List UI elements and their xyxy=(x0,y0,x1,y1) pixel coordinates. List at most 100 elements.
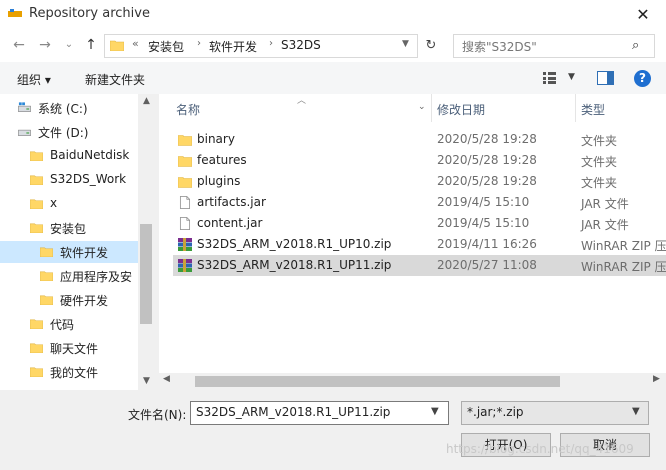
view-options-icon[interactable] xyxy=(543,72,559,84)
new-folder-button[interactable]: 新建文件夹 xyxy=(85,71,145,88)
file-row[interactable]: features 2020/5/28 19:28 文件夹 xyxy=(173,150,666,171)
folder-icon xyxy=(30,151,43,161)
folder-icon xyxy=(30,342,43,353)
file-row[interactable]: S32DS_ARM_v2018.R1_UP11.zip 2020/5/27 11:… xyxy=(173,255,666,276)
refresh-button[interactable]: ↻ xyxy=(420,34,442,58)
breadcrumb-overflow[interactable]: « xyxy=(132,37,139,50)
column-header-date[interactable]: 修改日期 xyxy=(437,101,485,118)
file-dialog-footer: 文件名(N): S32DS_ARM_v2018.R1_UP11.zip ▼ *.… xyxy=(0,390,666,470)
search-input[interactable]: 搜索"S32DS" xyxy=(462,38,537,55)
column-header-row: ︿ 名称 ⌄ 修改日期 类型 xyxy=(159,94,666,122)
up-button[interactable]: ↑ xyxy=(82,36,100,54)
chevron-right-icon[interactable]: › xyxy=(197,38,201,49)
back-button[interactable]: ← xyxy=(10,36,28,54)
tree-item[interactable]: 应用程序及安 xyxy=(0,265,138,287)
horizontal-scrollbar[interactable]: ◀ ▶ xyxy=(159,373,666,390)
address-dropdown-icon[interactable]: ▼ xyxy=(402,39,409,49)
breadcrumb-item[interactable]: 软件开发 xyxy=(209,38,257,55)
file-name: binary xyxy=(197,132,235,146)
help-icon[interactable]: ? xyxy=(634,70,651,87)
tree-item-label: 安装包 xyxy=(50,222,87,236)
recent-locations-button[interactable]: ⌄ xyxy=(60,36,78,54)
chevron-right-icon[interactable]: › xyxy=(269,38,273,49)
scrollbar-thumb[interactable] xyxy=(140,224,152,324)
filetype-select[interactable]: *.jar;*.zip ▼ xyxy=(461,401,649,425)
file-date: 2019/4/5 15:10 xyxy=(437,195,530,209)
file-type: WinRAR ZIP 压 xyxy=(581,260,666,274)
folder-icon xyxy=(178,154,192,167)
column-divider[interactable] xyxy=(575,94,576,122)
column-divider[interactable] xyxy=(431,94,432,122)
folder-icon xyxy=(178,177,192,188)
file-row[interactable]: binary 2020/5/28 19:28 文件夹 xyxy=(173,129,666,150)
tree-item[interactable]: 安装包 xyxy=(0,217,138,239)
scroll-left-icon[interactable]: ◀ xyxy=(163,374,170,384)
drive-c-icon xyxy=(18,102,31,113)
search-box[interactable]: 搜索"S32DS" ⌕ xyxy=(453,34,655,58)
scroll-right-icon[interactable]: ▶ xyxy=(653,374,660,384)
file-name: artifacts.jar xyxy=(197,195,266,209)
tree-item[interactable]: x xyxy=(0,193,138,215)
navigation-tree: 系统 (C:) 文件 (D:) BaiduNetdisk S32DS_Workx 安装包… xyxy=(0,94,155,390)
folder-icon xyxy=(30,319,43,329)
breadcrumb-item[interactable]: S32DS xyxy=(281,38,321,52)
scroll-down-icon[interactable]: ▼ xyxy=(138,376,155,386)
tree-item[interactable]: 代码 xyxy=(0,313,138,335)
tree-item-label: 应用程序及安 xyxy=(60,270,133,284)
file-type: WinRAR ZIP 压 xyxy=(581,239,666,253)
folder-icon xyxy=(30,367,43,377)
tree-item-label: 硬件开发 xyxy=(60,294,109,308)
file-name: features xyxy=(197,153,247,167)
file-row[interactable]: content.jar 2019/4/5 15:10 JAR 文件 xyxy=(173,213,666,234)
drive-d-icon xyxy=(18,129,31,136)
filename-value[interactable]: S32DS_ARM_v2018.R1_UP11.zip xyxy=(196,405,390,419)
forward-button[interactable]: → xyxy=(36,36,54,54)
tree-item-label: 代码 xyxy=(50,318,75,332)
file-name: content.jar xyxy=(197,216,263,230)
drive-d-icon xyxy=(18,126,31,137)
column-header-type[interactable]: 类型 xyxy=(581,101,605,118)
column-filter-icon[interactable]: ⌄ xyxy=(418,102,426,112)
app-icon xyxy=(8,9,22,17)
scroll-up-icon[interactable]: ▲ xyxy=(138,96,155,106)
tree-item[interactable]: 文件 (D:) xyxy=(0,121,138,143)
search-icon[interactable]: ⌕ xyxy=(632,38,639,53)
tree-item[interactable]: BaiduNetdisk xyxy=(0,145,138,167)
folder-icon xyxy=(40,246,53,257)
tree-item[interactable]: 硬件开发 xyxy=(0,289,138,311)
navigation-bar: ← → ⌄ ↑ « 安装包 › 软件开发 › S32DS ▼ ↻ 搜索"S32D… xyxy=(0,30,666,62)
file-date: 2019/4/5 15:10 xyxy=(437,216,530,230)
organize-menu[interactable]: 组织 ▾ xyxy=(17,71,51,88)
file-row[interactable]: artifacts.jar 2019/4/5 15:10 JAR 文件 xyxy=(173,192,666,213)
column-header-name[interactable]: 名称 xyxy=(176,101,200,118)
tree-item[interactable]: 系统 (C:) xyxy=(0,97,138,119)
tree-item[interactable]: S32DS_Work xyxy=(0,169,138,191)
close-button[interactable]: ✕ xyxy=(628,3,658,27)
tree-item[interactable]: 聊天文件 xyxy=(0,337,138,359)
filename-input[interactable]: S32DS_ARM_v2018.R1_UP11.zip ▼ xyxy=(190,401,449,425)
scrollbar-thumb[interactable] xyxy=(195,376,560,387)
chevron-down-icon[interactable]: ▼ xyxy=(632,406,640,417)
preview-pane-icon[interactable] xyxy=(597,71,614,85)
address-bar[interactable]: « 安装包 › 软件开发 › S32DS ▼ xyxy=(104,34,418,58)
tree-item[interactable]: 我的文件 xyxy=(0,361,138,383)
folder-icon xyxy=(40,247,53,257)
chevron-down-icon[interactable]: ▼ xyxy=(431,406,439,417)
file-row[interactable]: plugins 2020/5/28 19:28 文件夹 xyxy=(173,171,666,192)
toolbar: 组织 ▾ 新建文件夹 ▼ ? xyxy=(0,62,666,94)
filetype-value[interactable]: *.jar;*.zip xyxy=(467,405,524,419)
file-date: 2019/4/11 16:26 xyxy=(437,237,537,251)
tree-item-label: S32DS_Work xyxy=(50,172,127,186)
tree-item[interactable]: 软件开发 xyxy=(0,241,138,263)
folder-icon xyxy=(30,366,43,377)
file-type: 文件夹 xyxy=(581,134,618,148)
file-name: S32DS_ARM_v2018.R1_UP11.zip xyxy=(197,258,392,272)
winrar-icon xyxy=(178,259,192,272)
drive-c-icon xyxy=(18,102,31,112)
view-dropdown-icon[interactable]: ▼ xyxy=(568,72,575,82)
file-type: 文件夹 xyxy=(581,155,618,169)
file-row[interactable]: S32DS_ARM_v2018.R1_UP10.zip 2019/4/11 16:… xyxy=(173,234,666,255)
breadcrumb-item[interactable]: 安装包 xyxy=(148,38,184,55)
file-date: 2020/5/28 19:28 xyxy=(437,132,537,146)
tree-scrollbar[interactable]: ▲ ▼ xyxy=(138,94,155,390)
